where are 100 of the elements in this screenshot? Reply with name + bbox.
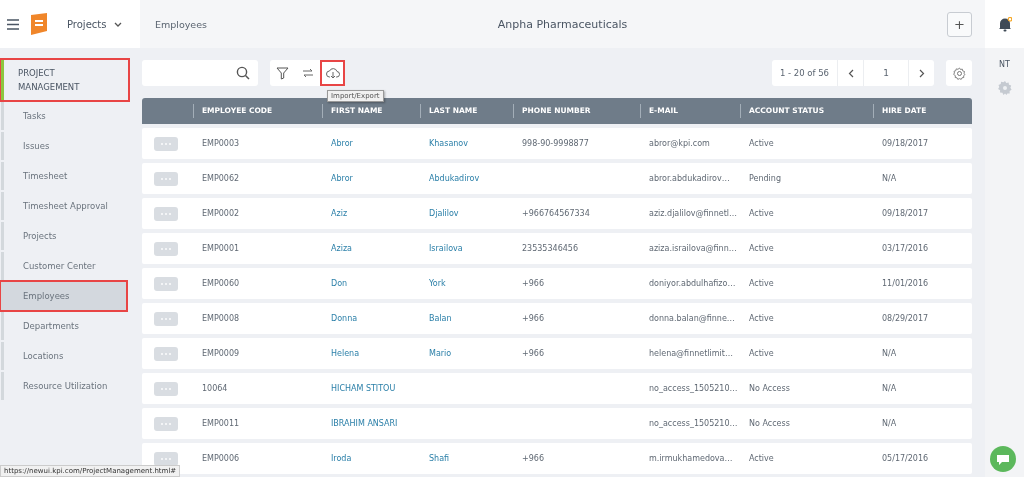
table-cell: EMP0062 [202,174,240,183]
table-cell: Active [749,349,774,358]
sidebar-item[interactable]: Issues [1,132,126,160]
table-row[interactable]: EMP0002 Aziz Djalilov +966764567334 aziz.djalilov@finnetl… Active 09/18/2017 [142,198,972,229]
table-cell: 09/18/2017 [882,139,929,148]
table-row[interactable]: EMP0003 Abror Khasanov 998-90-9998877 abror@kpi.com Active 09/18/2017 [142,128,972,159]
table-cell: +966 [522,279,544,288]
chevron-right-icon [918,68,925,78]
more-button[interactable] [154,311,178,326]
table-row[interactable]: EMP0062 Abror Abdukadirov abror.abdukadirov… Pending N/A [142,163,972,194]
name-link[interactable]: Iroda [331,454,352,463]
name-link[interactable]: Abror [331,139,353,148]
table-cell: No Access [749,384,790,393]
menu-icon[interactable] [7,18,19,30]
sidebar-item[interactable]: Timesheet [1,162,126,190]
table-cell: N/A [882,174,897,183]
filter-icon [276,66,289,80]
table-cell: Active [749,454,774,463]
table-cell: +966 [522,454,544,463]
more-button[interactable] [154,136,178,151]
table-cell: EMP0003 [202,139,240,148]
name-link[interactable]: Abdukadirov [429,174,480,183]
sidebar-item[interactable]: Resource Utilization [1,372,126,400]
table-cell: EMP0001 [202,244,240,253]
more-button[interactable] [154,206,178,221]
sidebar-item[interactable]: Projects [1,222,126,250]
name-link[interactable]: Abror [331,174,353,183]
name-link[interactable]: Aziz [331,209,348,218]
user-initials[interactable]: NT [999,60,1010,69]
table-cell: Active [749,209,774,218]
name-link[interactable]: Helena [331,349,360,358]
table-row[interactable]: EMP0009 Helena Mario +966 helena@finnetlimit… Active N/A [142,338,972,369]
table-cell: 998-90-9998877 [522,139,589,148]
caret-icon [114,21,123,27]
table-cell: 05/17/2016 [882,454,929,463]
table-cell: EMP0011 [202,419,240,428]
more-button[interactable] [154,416,178,431]
table-cell: Active [749,244,774,253]
sidebar-item[interactable]: Timesheet Approval [1,192,126,220]
name-link[interactable]: IBRAHIM ANSARI [331,419,398,428]
sidebar-item[interactable]: Employees [1,282,126,310]
name-link[interactable]: Don [331,279,348,288]
table-cell: N/A [882,419,897,428]
logo-icon [29,13,49,35]
table-cell: doniyor.abdulhafizo… [649,279,736,288]
table-cell: EMP0060 [202,279,240,288]
table-cell: Active [749,314,774,323]
name-link[interactable]: Aziza [331,244,352,253]
sidebar-item[interactable]: Tasks [1,102,126,130]
name-link[interactable]: Khasanov [429,139,468,148]
table-cell: No Access [749,419,790,428]
table-cell: 23535346456 [522,244,578,253]
more-button[interactable] [154,451,178,466]
table-cell: 10064 [202,384,228,393]
table-cell: Active [749,279,774,288]
table-cell: donna.balan@finne… [649,314,735,323]
sidebar-item[interactable]: Locations [1,342,126,370]
table-cell: +966764567334 [522,209,590,218]
page-range: 1 - 20 of 56 [778,68,830,78]
swap-arrows-icon [301,67,314,79]
add-button[interactable]: + [947,11,972,37]
module-dropdown[interactable]: Projects [59,18,123,30]
settings-icon[interactable] [997,81,1012,95]
more-button[interactable] [154,381,178,396]
name-link[interactable]: Mario [429,349,452,358]
chevron-left-icon [847,68,854,78]
table-cell: 11/01/2016 [882,279,929,288]
more-button[interactable] [154,276,178,291]
table-cell: Active [749,139,774,148]
chat-icon[interactable] [990,446,1016,472]
search-field[interactable] [142,60,258,86]
table-row[interactable]: EMP0008 Donna Balan +966 donna.balan@finne… Active 08/29/2017 [142,303,972,334]
company-name: Anpha Pharmaceuticals [497,17,628,31]
table-cell: 09/18/2017 [882,209,929,218]
table-cell: +966 [522,349,544,358]
table-cell: helena@finnetlimit… [649,349,733,358]
bell-icon[interactable] [997,16,1012,32]
cloud-download-icon [325,67,340,79]
more-button[interactable] [154,346,178,361]
page-number-field[interactable]: 1 [863,60,908,86]
more-button[interactable] [154,171,178,186]
search-icon[interactable] [236,66,250,80]
name-link[interactable]: Shafi [429,454,450,463]
name-link[interactable]: Israilova [429,244,463,253]
name-link[interactable]: York [429,279,446,288]
sidebar-item[interactable]: Departments [1,312,126,340]
table-row[interactable]: EMP0001 Aziza Israilova 23535346456 aziza.israilova@finn… Active 03/17/2016 [142,233,972,264]
settings-button[interactable] [946,60,972,86]
table-row[interactable]: 10064 HICHAM STITOU no_access_1505210… No Access N/A [142,373,972,404]
table-row[interactable]: EMP0060 Don York +966 doniyor.abdulhafizo… Active 11/01/2016 [142,268,972,299]
more-button[interactable] [154,241,178,256]
table-cell: EMP0008 [202,314,240,323]
table-cell: no_access_1505210… [649,384,738,393]
table-row[interactable]: EMP0011 IBRAHIM ANSARI no_access_1505210… No Access N/A [142,408,972,439]
name-link[interactable]: Balan [429,314,452,323]
table-cell: 03/17/2016 [882,244,929,253]
name-link[interactable]: Djalilov [429,209,459,218]
name-link[interactable]: Donna [331,314,358,323]
import-export-button[interactable] [320,60,345,86]
name-link[interactable]: HICHAM STITOU [331,384,396,393]
